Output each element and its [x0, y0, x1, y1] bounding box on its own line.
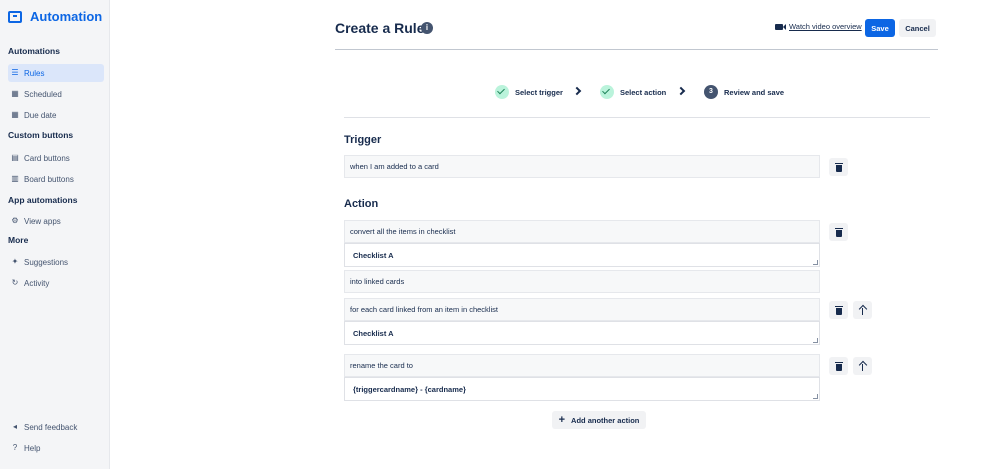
- delete-action-2-button[interactable]: [829, 301, 848, 319]
- save-button[interactable]: Save: [865, 19, 895, 37]
- cancel-button[interactable]: Cancel: [899, 19, 936, 37]
- sidebar-item-view-apps[interactable]: ⚙ View apps: [8, 212, 104, 230]
- gear-icon: ⚙: [11, 216, 19, 225]
- refresh-icon: ↻: [11, 278, 19, 287]
- step-review-and-save[interactable]: 3 Review and save: [704, 85, 784, 99]
- section-title-more: More: [8, 235, 29, 245]
- sidebar-item-due-date[interactable]: ▦ Due date: [8, 106, 104, 124]
- sparkle-icon: ✦: [11, 257, 19, 266]
- sidebar-item-rules[interactable]: ☰ Rules: [8, 64, 104, 82]
- action-3-name-input[interactable]: {triggercardname} - {cardname}: [344, 377, 820, 401]
- trash-icon: [834, 227, 843, 237]
- brand[interactable]: Automation: [8, 9, 102, 24]
- section-title-custom-buttons: Custom buttons: [8, 130, 74, 140]
- check-icon: [600, 85, 614, 99]
- trigger-text: when I am added to a card: [344, 155, 820, 178]
- sliders-icon: ☰: [11, 68, 19, 77]
- sidebar-item-board-buttons[interactable]: ▥ Board buttons: [8, 170, 104, 188]
- step-label: Select action: [620, 87, 667, 97]
- page-title: Create a Rule: [335, 20, 425, 36]
- delete-action-3-button[interactable]: [829, 357, 848, 375]
- automation-robot-icon: [8, 10, 22, 23]
- megaphone-icon: ◂: [12, 422, 17, 431]
- sidebar-item-activity[interactable]: ↻ Activity: [8, 274, 104, 292]
- sidebar-item-label: Send feedback: [24, 422, 78, 432]
- delete-action-1-button[interactable]: [829, 223, 848, 241]
- delete-trigger-button[interactable]: [829, 158, 848, 176]
- video-camera-icon: [775, 23, 786, 30]
- sidebar-item-suggestions[interactable]: ✦ Suggestions: [8, 253, 104, 271]
- sidebar-item-label: Help: [24, 443, 41, 453]
- sidebar-item-label: Due date: [24, 110, 57, 120]
- trigger-heading: Trigger: [344, 134, 382, 146]
- trash-icon: [834, 361, 843, 371]
- chevron-right-icon: [676, 86, 686, 96]
- sidebar-item-label: Board buttons: [24, 174, 74, 184]
- action-2-checklist-input[interactable]: Checklist A: [344, 321, 820, 345]
- calendar-icon: ▦: [11, 110, 19, 119]
- add-another-action-button[interactable]: + Add another action: [552, 411, 646, 429]
- sidebar-item-label: Rules: [24, 68, 45, 78]
- sidebar-item-label: Scheduled: [24, 89, 62, 99]
- chevron-right-icon: [572, 86, 582, 96]
- sidebar-item-scheduled[interactable]: ▦ Scheduled: [8, 85, 104, 103]
- sidebar-item-help[interactable]: ? Help: [8, 439, 104, 457]
- sidebar: Automation Automations ☰ Rules ▦ Schedul…: [0, 0, 110, 469]
- board-icon: ▥: [11, 174, 19, 183]
- step-number: 3: [704, 85, 718, 99]
- sidebar-item-label: View apps: [24, 216, 61, 226]
- sidebar-item-label: Suggestions: [24, 257, 69, 267]
- step-label: Review and save: [724, 87, 785, 97]
- section-title-app-automations: App automations: [8, 195, 78, 205]
- action-heading: Action: [344, 198, 379, 210]
- step-select-action[interactable]: Select action: [600, 85, 666, 99]
- step-label: Select trigger: [515, 87, 563, 97]
- watch-video-label: Watch video overview: [789, 22, 862, 31]
- sidebar-item-card-buttons[interactable]: ▤ Card buttons: [8, 149, 104, 167]
- step-select-trigger[interactable]: Select trigger: [495, 85, 563, 99]
- plus-icon: +: [558, 413, 566, 426]
- help-icon: ?: [12, 443, 18, 452]
- trash-icon: [834, 162, 843, 172]
- move-action-2-up-button[interactable]: [853, 301, 872, 319]
- action-1-checklist-input[interactable]: Checklist A: [344, 243, 820, 267]
- section-title-automations: Automations: [8, 46, 60, 56]
- watch-video-link[interactable]: Watch video overview: [775, 22, 862, 31]
- sidebar-item-label: Card buttons: [24, 153, 70, 163]
- add-action-label: Add another action: [571, 415, 640, 425]
- calendar-icon: ▦: [11, 89, 19, 98]
- sidebar-item-label: Activity: [24, 278, 50, 288]
- header-divider: [335, 49, 938, 50]
- action-1-suffix-text: into linked cards: [344, 270, 820, 293]
- sidebar-item-send-feedback[interactable]: ◂ Send feedback: [8, 418, 104, 436]
- brand-title: Automation: [30, 9, 103, 24]
- action-2-text: for each card linked from an item in che…: [344, 298, 820, 321]
- move-action-3-up-button[interactable]: [853, 357, 872, 375]
- action-1-text: convert all the items in checklist: [344, 220, 820, 243]
- trash-icon: [834, 305, 843, 315]
- card-icon: ▤: [11, 153, 19, 162]
- stepper-divider: [344, 117, 930, 118]
- check-icon: [495, 85, 509, 99]
- info-icon[interactable]: i: [421, 22, 433, 34]
- action-3-text: rename the card to: [344, 354, 820, 377]
